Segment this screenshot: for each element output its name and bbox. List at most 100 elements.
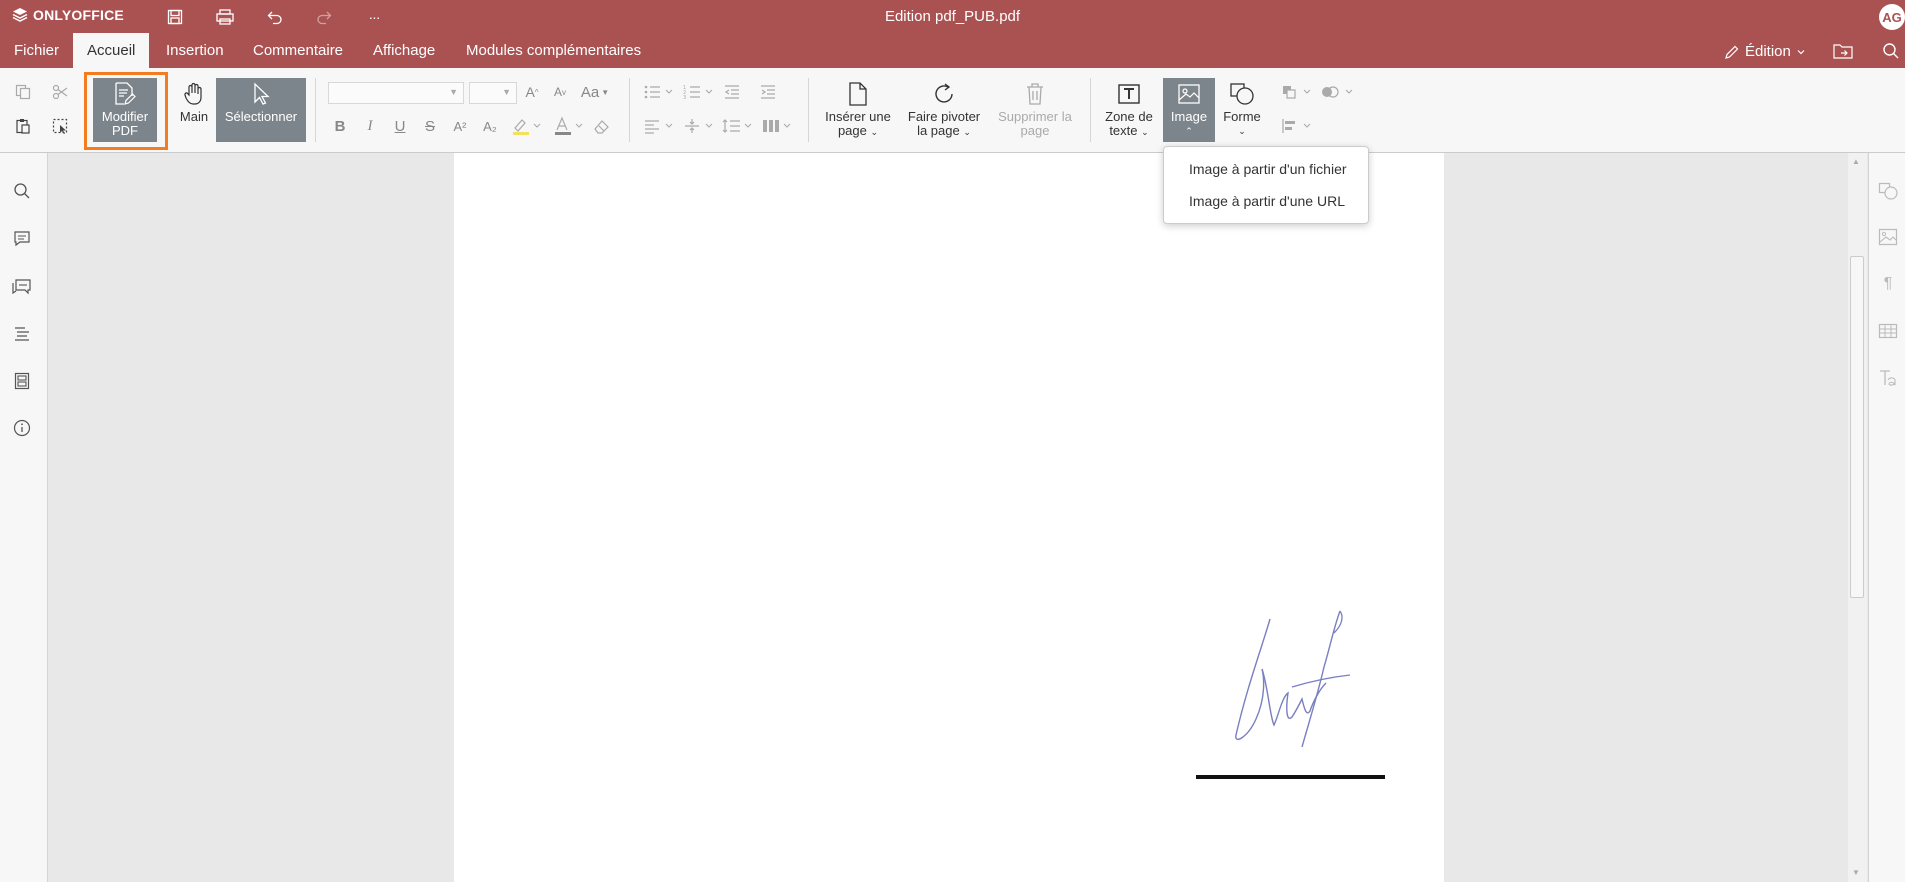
delete-page-label-2: page bbox=[1020, 123, 1050, 138]
table-settings-icon[interactable] bbox=[1877, 320, 1899, 342]
hand-tool-label: Main bbox=[179, 109, 209, 124]
select-all-icon[interactable] bbox=[49, 115, 71, 137]
hand-tool-button[interactable]: Main bbox=[174, 78, 214, 142]
thumbnails-icon[interactable] bbox=[11, 370, 33, 392]
bold-icon[interactable]: B bbox=[329, 115, 351, 137]
info-icon[interactable] bbox=[11, 417, 33, 439]
tab-accueil[interactable]: Accueil bbox=[73, 33, 150, 68]
signature-image bbox=[1235, 610, 1351, 747]
tab-insertion[interactable]: Insertion bbox=[152, 33, 238, 68]
chat-icon[interactable] bbox=[11, 276, 33, 298]
text-art-settings-icon[interactable] bbox=[1877, 367, 1899, 389]
chevron-down-icon: ▼ bbox=[502, 87, 511, 97]
tab-affichage[interactable]: Affichage bbox=[359, 33, 449, 68]
font-name-combo[interactable]: ▼ bbox=[328, 82, 464, 104]
arrange-icon[interactable] bbox=[1280, 81, 1314, 103]
text-box-icon bbox=[1117, 78, 1141, 110]
highlight-color-icon[interactable] bbox=[509, 115, 545, 137]
subscript-icon[interactable]: A₂ bbox=[479, 115, 501, 137]
cut-icon[interactable] bbox=[49, 81, 71, 103]
vertical-align-icon[interactable] bbox=[682, 115, 716, 137]
svg-text:3: 3 bbox=[683, 95, 686, 100]
open-location-icon[interactable] bbox=[1832, 42, 1854, 60]
image-dropdown-menu: Image à partir d'un fichier Image à part… bbox=[1163, 146, 1369, 224]
separator bbox=[315, 78, 316, 142]
navigation-icon[interactable] bbox=[11, 323, 33, 345]
text-box-label-1: Zone de bbox=[1105, 109, 1153, 124]
shape-settings-icon[interactable] bbox=[1877, 180, 1899, 202]
delete-page-label-1: Supprimer la bbox=[998, 109, 1072, 124]
change-case-icon[interactable]: Aa ▼ bbox=[579, 81, 611, 103]
select-tool-button[interactable]: Sélectionner bbox=[216, 78, 306, 142]
font-color-icon[interactable] bbox=[551, 115, 587, 137]
cursor-icon bbox=[252, 78, 270, 110]
line-spacing-icon[interactable] bbox=[721, 115, 755, 137]
chevron-down-icon: ⌄ bbox=[1238, 126, 1246, 136]
separator bbox=[1090, 78, 1091, 142]
rotate-icon bbox=[931, 78, 957, 110]
modify-pdf-highlight bbox=[84, 72, 168, 150]
align-shapes-icon[interactable] bbox=[1280, 115, 1314, 137]
tab-commentaire[interactable]: Commentaire bbox=[239, 33, 357, 68]
group-icon[interactable] bbox=[1320, 81, 1356, 103]
hand-icon bbox=[184, 78, 204, 110]
search-icon[interactable] bbox=[11, 180, 33, 202]
insert-page-button[interactable]: Insérer une page ⌄ bbox=[820, 78, 896, 142]
insert-page-label-1: Insérer une bbox=[825, 109, 891, 124]
italic-icon[interactable]: I bbox=[359, 115, 381, 137]
rotate-page-button[interactable]: Faire pivoter la page ⌄ bbox=[903, 78, 985, 142]
strikethrough-icon[interactable]: S bbox=[419, 115, 441, 137]
search-icon[interactable] bbox=[1880, 42, 1902, 60]
font-size-combo[interactable]: ▼ bbox=[469, 82, 517, 104]
scroll-thumb[interactable] bbox=[1850, 256, 1864, 598]
align-left-icon[interactable] bbox=[642, 115, 676, 137]
image-button[interactable]: Image ⌃ bbox=[1163, 78, 1215, 142]
numbered-list-icon[interactable]: 123 bbox=[682, 81, 716, 103]
tab-fichier[interactable]: Fichier bbox=[0, 33, 73, 68]
separator bbox=[808, 78, 809, 142]
superscript-icon[interactable]: A² bbox=[449, 115, 471, 137]
paragraph-settings-icon[interactable]: ¶ bbox=[1877, 273, 1899, 295]
chevron-down-icon bbox=[1797, 49, 1805, 54]
scroll-down-icon[interactable]: ▼ bbox=[1852, 868, 1860, 877]
underline-icon[interactable]: U bbox=[389, 115, 411, 137]
image-icon bbox=[1177, 78, 1201, 110]
image-from-url-item[interactable]: Image à partir d'une URL bbox=[1164, 185, 1368, 217]
chevron-down-icon: ▼ bbox=[449, 87, 458, 97]
select-tool-label: Sélectionner bbox=[224, 109, 298, 124]
decrease-indent-icon[interactable] bbox=[721, 81, 743, 103]
separator bbox=[629, 78, 630, 142]
scroll-up-icon[interactable]: ▲ bbox=[1852, 157, 1860, 166]
image-settings-icon[interactable] bbox=[1877, 226, 1899, 248]
decrease-font-icon[interactable]: Av bbox=[549, 81, 571, 103]
left-sidebar bbox=[0, 153, 48, 882]
copy-icon[interactable] bbox=[12, 81, 34, 103]
shape-button[interactable]: Forme ⌄ bbox=[1218, 78, 1266, 142]
image-from-file-item[interactable]: Image à partir d'un fichier bbox=[1164, 153, 1368, 185]
insert-page-label-2: page ⌄ bbox=[837, 123, 879, 138]
delete-page-button[interactable]: Supprimer la page bbox=[992, 78, 1078, 142]
text-box-label-2: texte ⌄ bbox=[1109, 123, 1149, 138]
toolbar: Modifier PDF Main Sélectionner ▼ ▼ A ^ Av… bbox=[0, 68, 1905, 153]
increase-indent-icon[interactable] bbox=[757, 81, 779, 103]
comment-icon[interactable] bbox=[11, 228, 33, 250]
edit-mode-label: Édition bbox=[1745, 43, 1791, 60]
tab-modules[interactable]: Modules complémentaires bbox=[452, 33, 655, 68]
rotate-page-label-2: la page ⌄ bbox=[917, 123, 971, 138]
pdf-page[interactable] bbox=[454, 153, 1444, 882]
vertical-scrollbar[interactable]: ▲ ▼ bbox=[1848, 153, 1867, 882]
edit-mode-button[interactable]: Édition bbox=[1724, 43, 1806, 60]
bullet-list-icon[interactable] bbox=[642, 81, 676, 103]
increase-font-icon[interactable]: A ^ bbox=[521, 81, 543, 103]
chevron-up-icon: ⌃ bbox=[1185, 126, 1193, 136]
text-box-button[interactable]: Zone de texte ⌄ bbox=[1100, 78, 1158, 142]
paste-icon[interactable] bbox=[12, 115, 34, 137]
columns-icon[interactable] bbox=[760, 115, 794, 137]
menu-bar: Fichier Accueil Insertion Commentaire Af… bbox=[0, 33, 1905, 68]
signature-line bbox=[1196, 775, 1385, 779]
title-bar: ONLYOFFICE ··· Edition pdf_PUB.pdf AG bbox=[0, 0, 1905, 33]
clear-format-icon[interactable] bbox=[591, 115, 613, 137]
right-sidebar: ¶ bbox=[1868, 153, 1905, 882]
user-avatar[interactable]: AG bbox=[1879, 4, 1905, 30]
shape-label: Forme bbox=[1223, 109, 1261, 124]
